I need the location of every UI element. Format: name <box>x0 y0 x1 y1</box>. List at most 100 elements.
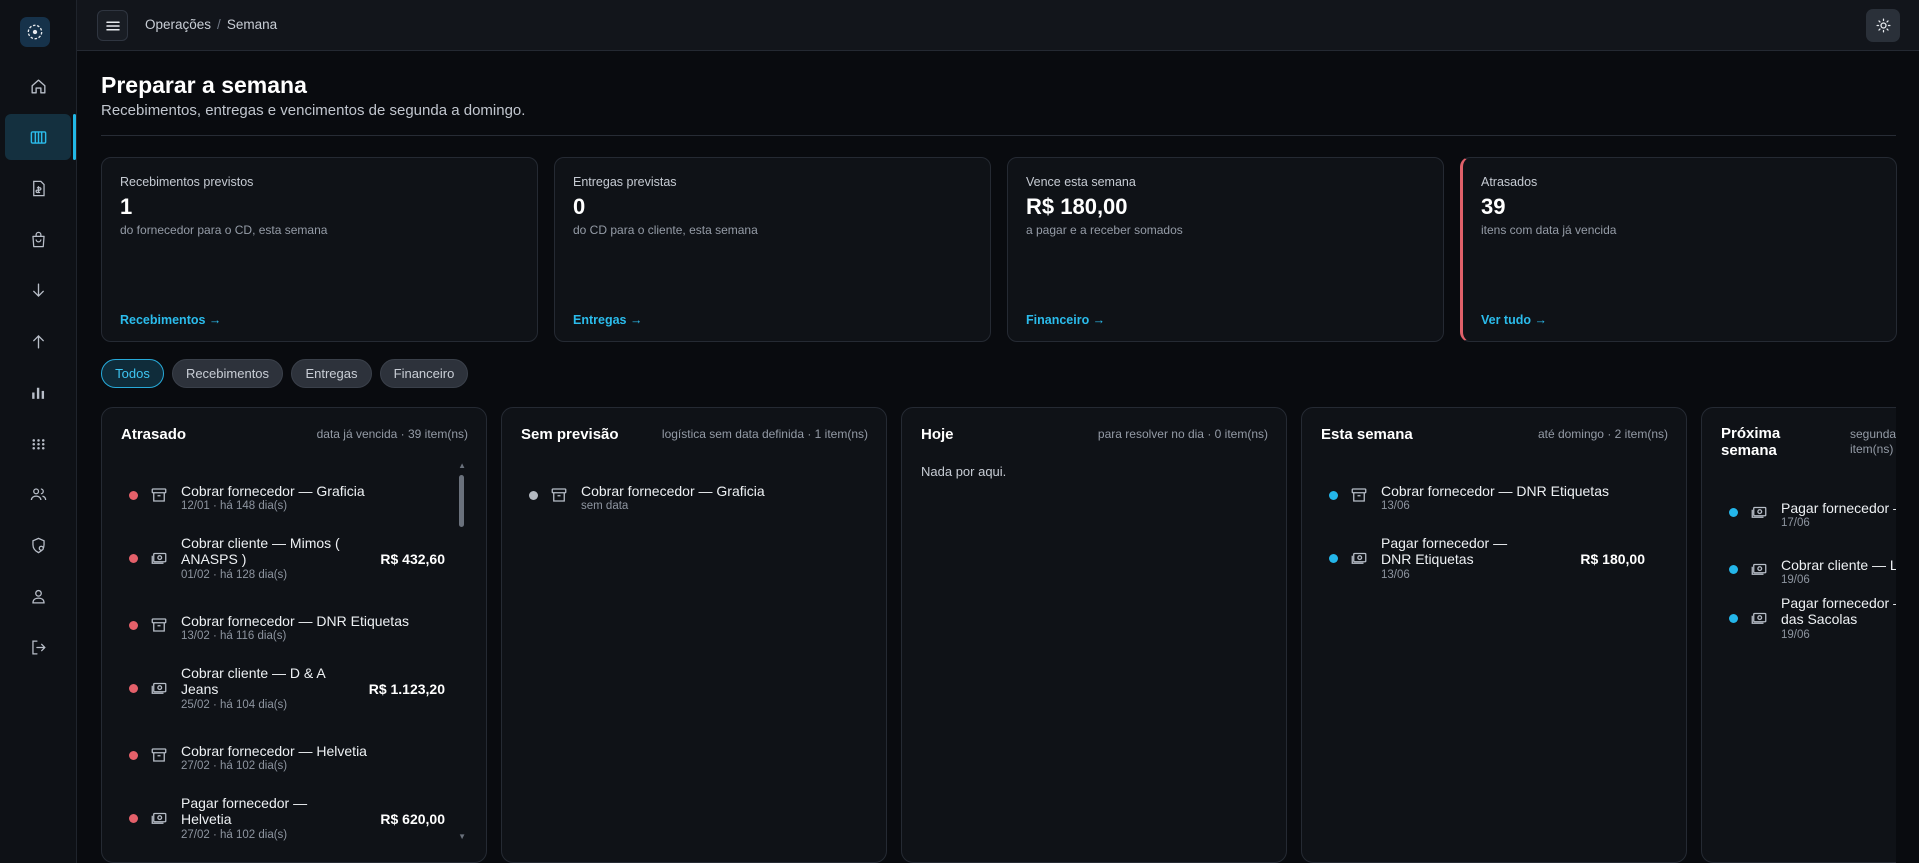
list-item[interactable]: Pagar fornecedor – 17/06 <box>1702 485 1896 541</box>
sidebar-item-inbound[interactable] <box>5 267 71 313</box>
card-value: 1 <box>120 194 133 219</box>
card-value: R$ 180,00 <box>1026 194 1128 219</box>
theme-toggle-button[interactable] <box>1866 9 1900 42</box>
list-item[interactable]: Cobrar cliente — Mimos ( ANASPS ) 01/02 … <box>102 530 486 600</box>
sidebar-item-security[interactable] <box>5 522 71 568</box>
box-icon <box>551 488 567 502</box>
item-date: sem data <box>581 500 629 512</box>
column-meta: logística sem data definida · 1 item(ns) <box>661 427 868 441</box>
bar-chart-icon <box>31 387 44 399</box>
card-label: Atrasados <box>1481 175 1538 189</box>
hamburger-icon <box>105 21 120 30</box>
column-meta: até domingo · 2 item(ns) <box>1537 427 1668 441</box>
item-name: Cobrar fornecedor — DNR Etiquetas <box>1381 483 1609 499</box>
item-name: Cobrar fornecedor — Helvetia <box>181 743 367 759</box>
column-no-forecast: Sem previsão logística sem data definida… <box>501 407 887 863</box>
item-date: 19/06 <box>1781 629 1810 641</box>
summary-card-due-this-week: Vence esta semana R$ 180,00 a pagar e a … <box>1007 157 1444 342</box>
list-item[interactable]: Cobrar fornecedor — DNR Etiquetas 13/02 … <box>102 598 486 654</box>
column-meta: para resolver no dia · 0 item(ns) <box>1097 427 1268 441</box>
sidebar-item-reports[interactable] <box>5 369 71 415</box>
item-name: Cobrar cliente — L <box>1781 557 1896 573</box>
item-date: 25/02 · há 104 dia(s) <box>181 699 288 711</box>
breadcrumb-item-operations[interactable]: Operações <box>145 17 211 32</box>
item-name: Cobrar fornecedor — Graficia <box>581 483 765 499</box>
item-date: 17/06 <box>1781 517 1810 529</box>
filter-chip-receipts[interactable]: Recebimentos <box>172 359 283 388</box>
item-amount: R$ 180,00 <box>1580 551 1645 567</box>
sidebar-item-profile[interactable] <box>5 573 71 619</box>
sidebar-item-week[interactable] <box>5 114 76 160</box>
column-next-week: Próxima semana segunda item(ns) Pagar fo… <box>1701 407 1896 863</box>
kanban-columns-icon <box>30 130 46 144</box>
cash-icon <box>151 552 167 564</box>
column-title: Hoje <box>921 426 954 443</box>
home-icon <box>30 78 46 94</box>
sidebar-item-users[interactable] <box>5 471 71 517</box>
shopping-bag-icon <box>31 231 45 247</box>
column-this-week: Esta semana até domingo · 2 item(ns) Cob… <box>1301 407 1687 863</box>
box-icon <box>1351 488 1367 502</box>
card-link-receipts[interactable]: Recebimentos → <box>120 313 221 327</box>
cash-icon <box>1351 552 1367 564</box>
breadcrumb-separator: / <box>217 17 221 32</box>
status-dot <box>1329 554 1338 563</box>
breadcrumb: Operações / Semana <box>145 17 277 32</box>
sidebar-item-invoices[interactable] <box>5 165 71 211</box>
arrow-up-icon <box>32 334 44 349</box>
app-logo[interactable] <box>20 17 50 47</box>
card-description: itens com data já vencida <box>1481 223 1617 237</box>
scroll-down-arrow[interactable]: ▼ <box>458 832 466 841</box>
item-date: 13/06 <box>1381 569 1410 581</box>
list-item[interactable]: Pagar fornecedor — DNR Etiquetas 13/06 R… <box>1302 530 1686 600</box>
sidebar-item-apps[interactable] <box>5 420 71 466</box>
sidebar-item-outbound[interactable] <box>5 318 71 364</box>
cash-icon <box>1751 506 1767 518</box>
status-dot <box>1729 614 1738 623</box>
summary-card-overdue: Atrasados 39 itens com data já vencida V… <box>1460 157 1897 342</box>
sidebar-item-home[interactable] <box>5 63 71 109</box>
summary-card-receipts: Recebimentos previstos 1 do fornecedor p… <box>101 157 538 342</box>
sidebar-item-logout[interactable] <box>5 624 71 670</box>
filter-chip-financial[interactable]: Financeiro <box>380 359 468 388</box>
column-title: Sem previsão <box>521 426 619 443</box>
empty-state-text: Nada por aqui. <box>921 464 1007 479</box>
item-date: 13/06 <box>1381 500 1410 512</box>
card-link-deliveries[interactable]: Entregas → <box>573 313 642 327</box>
page-title: Preparar a semana <box>101 72 307 98</box>
header-divider <box>101 135 1896 136</box>
list-item[interactable]: Cobrar fornecedor — DNR Etiquetas 13/06 <box>1302 468 1686 524</box>
cash-icon <box>1751 612 1767 624</box>
item-name: Cobrar fornecedor — Graficia <box>181 483 365 499</box>
list-item[interactable]: Pagar fornecedor — Helvetia 27/02 · há 1… <box>102 790 486 860</box>
list-item[interactable]: Pagar fornecedor – das Sacolas 19/06 <box>1702 590 1896 660</box>
list-item[interactable]: Cobrar cliente — D & A Jeans 25/02 · há … <box>102 660 486 730</box>
column-meta: data já vencida · 39 item(ns) <box>316 427 468 441</box>
status-dot <box>129 814 138 823</box>
card-value: 39 <box>1481 194 1506 219</box>
sidebar-item-orders[interactable] <box>5 216 71 262</box>
invoice-icon <box>32 180 45 196</box>
status-dot <box>1729 508 1738 517</box>
status-dot <box>129 491 138 500</box>
item-name: Pagar fornecedor — DNR Etiquetas <box>1381 535 1508 567</box>
item-amount: R$ 432,60 <box>380 551 445 567</box>
scrollbar-thumb[interactable] <box>459 475 464 527</box>
card-label: Vence esta semana <box>1026 175 1136 189</box>
list-item[interactable]: Cobrar fornecedor — Graficia 12/01 · há … <box>102 468 486 524</box>
item-date: 27/02 · há 102 dia(s) <box>181 829 288 841</box>
filter-chip-all[interactable]: Todos <box>101 359 164 388</box>
list-item[interactable]: Cobrar fornecedor — Graficia sem data <box>502 468 886 524</box>
sidebar <box>0 0 77 863</box>
item-name: Cobrar cliente — D & A Jeans <box>181 665 325 697</box>
card-link-financial[interactable]: Financeiro → <box>1026 313 1105 327</box>
cash-icon <box>1751 563 1767 575</box>
list-item[interactable]: Cobrar fornecedor — Helvetia 27/02 · há … <box>102 728 486 784</box>
filter-chip-deliveries[interactable]: Entregas <box>291 359 372 388</box>
scroll-up-arrow[interactable]: ▲ <box>458 461 466 470</box>
status-dot <box>1729 565 1738 574</box>
breadcrumb-item-week: Semana <box>226 17 278 32</box>
item-name: Pagar fornecedor — Helvetia <box>181 795 308 827</box>
card-link-see-all[interactable]: Ver tudo → <box>1481 313 1547 327</box>
menu-toggle-button[interactable] <box>97 10 128 41</box>
